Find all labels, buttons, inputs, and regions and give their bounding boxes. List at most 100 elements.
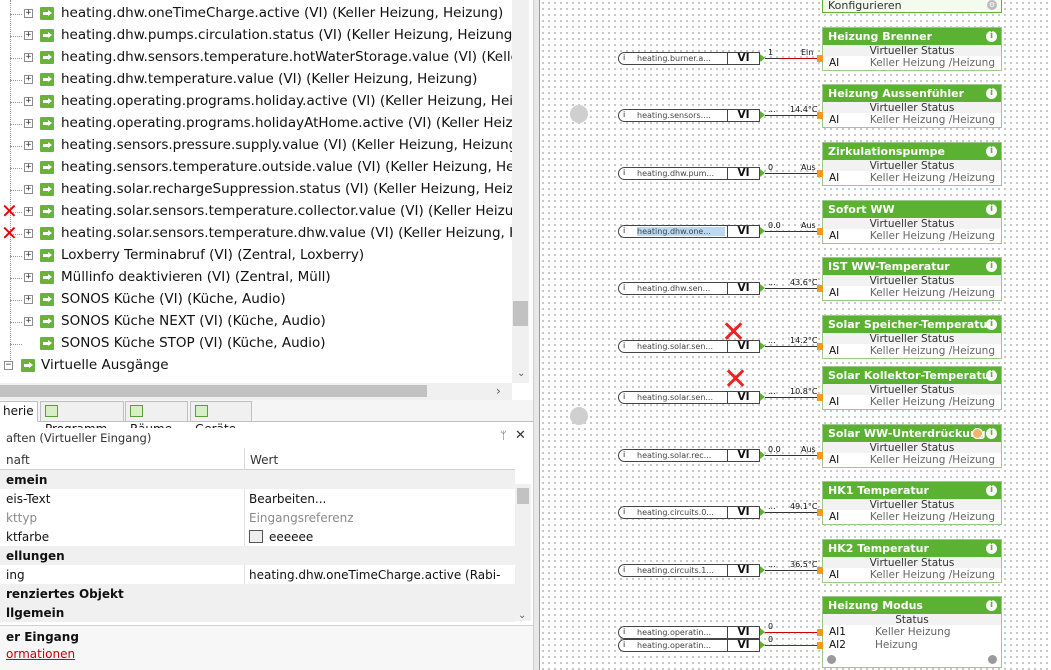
input-reference[interactable]: i heating.operatin... — [618, 626, 728, 639]
block-header[interactable]: Solar Kollektor-Temperatur i — [823, 367, 1001, 384]
tree-item[interactable]: + Loxberry Terminabruf (VI) (Zentral, Lox… — [0, 245, 512, 267]
expand-toggle-icon[interactable]: + — [24, 207, 33, 216]
tree-item[interactable]: + Müllinfo deaktivieren (VI) (Zentral, Mü… — [0, 267, 512, 289]
tree-horizontal-scrollbar[interactable]: › — [0, 383, 512, 400]
block-6[interactable]: Solar Kollektor-Temperatur i Virtueller St… — [822, 366, 1002, 410]
input-port[interactable] — [817, 55, 823, 62]
property-row[interactable]: ellungen — [0, 546, 515, 565]
input-port[interactable] — [817, 112, 823, 119]
konfigurieren-button[interactable]: Konfigurieren ⚙ — [822, 0, 1002, 13]
property-row[interactable]: emein — [0, 470, 515, 489]
property-row[interactable]: renziertes Objekt — [0, 584, 515, 603]
gear-icon[interactable] — [988, 655, 997, 664]
object-tree[interactable]: + heating.dhw.oneTimeCharge.active (VI) (… — [0, 0, 512, 383]
property-value[interactable]: Bearbeiten... — [249, 492, 326, 506]
block-header[interactable]: Heizung Modus i — [823, 597, 1001, 614]
info-icon[interactable]: i — [986, 600, 997, 611]
tree-vertical-scrollbar[interactable]: ⌄ — [512, 0, 529, 383]
tree-item[interactable]: + heating.dhw.pumps.circulation.status (V… — [0, 25, 512, 47]
close-icon[interactable]: ✕ — [515, 428, 526, 443]
block-4[interactable]: IST WW-Temperatur i Virtueller Status AI Kel… — [822, 257, 1002, 301]
expand-toggle-icon[interactable]: + — [24, 295, 33, 304]
scroll-right-arrow-icon[interactable]: › — [496, 384, 501, 398]
scroll-thumb[interactable] — [517, 488, 529, 504]
property-row[interactable]: llgemein — [0, 603, 515, 622]
tree-group-virtuelle-ausgaenge[interactable]: − Virtuelle Ausgänge — [0, 355, 512, 377]
tree-item[interactable]: + heating.dhw.temperature.value (VI) (Kel… — [0, 69, 512, 91]
vi-box[interactable]: VI — [727, 109, 760, 122]
info-icon[interactable]: i — [986, 485, 997, 496]
scroll-thumb[interactable] — [513, 301, 528, 326]
tree-item[interactable]: + heating.dhw.oneTimeCharge.active (VI) (… — [0, 3, 512, 25]
property-value[interactable]: Eingangsreferenz — [249, 511, 354, 525]
expand-toggle-icon[interactable]: + — [24, 251, 33, 260]
property-row[interactable]: ing heating.dhw.oneTimeCharge.active (Rab… — [0, 565, 515, 596]
input-port[interactable] — [817, 228, 823, 235]
block-header[interactable]: Heizung Brenner i — [823, 28, 1001, 45]
tab-raeume[interactable]: Räume — [125, 401, 188, 436]
property-value[interactable]: eeeeee — [249, 530, 313, 544]
add-input-icon[interactable] — [827, 655, 836, 664]
input-reference[interactable]: i heating.operatin... — [618, 639, 728, 652]
vi-box[interactable]: VI — [727, 449, 760, 462]
info-icon[interactable]: i — [986, 543, 997, 554]
vi-box[interactable]: VI — [727, 626, 760, 639]
block-8[interactable]: HK1 Temperatur i Virtueller Status AI Keller… — [822, 481, 1002, 525]
properties-scrollbar[interactable]: ⌄ — [515, 484, 531, 621]
expand-toggle-icon[interactable]: + — [24, 9, 33, 18]
expand-toggle-icon[interactable]: + — [24, 53, 33, 62]
input-reference[interactable]: i heating.dhw.one... — [618, 225, 728, 238]
input-port[interactable] — [817, 285, 823, 292]
expand-toggle-icon[interactable]: + — [24, 97, 33, 106]
expand-toggle-icon[interactable]: + — [24, 273, 33, 282]
color-swatch[interactable] — [249, 530, 263, 543]
tree-item[interactable]: + heating.sensors.temperature.outside.val… — [0, 157, 512, 179]
block-header[interactable]: Zirkulationspumpe i — [823, 143, 1001, 160]
property-row[interactable]: kttyp Eingangsreferenz — [0, 508, 515, 527]
vi-box[interactable]: VI — [727, 282, 760, 295]
input-port[interactable] — [817, 642, 823, 649]
connection-node[interactable] — [570, 105, 588, 123]
input-reference[interactable]: i heating.solar.sen... — [618, 391, 728, 404]
more-info-link[interactable]: ormationen — [6, 647, 75, 661]
input-port[interactable] — [817, 394, 823, 401]
expand-toggle-icon[interactable]: + — [24, 75, 33, 84]
input-reference[interactable]: i heating.dhw.sen... — [618, 282, 728, 295]
tree-item[interactable]: + SONOS Küche NEXT (VI) (Küche, Audio) — [0, 311, 512, 333]
vi-box[interactable]: VI — [727, 639, 760, 652]
vi-box[interactable]: VI — [727, 225, 760, 238]
property-row[interactable]: eis-Text Bearbeiten... — [0, 489, 515, 508]
tab-programm[interactable]: Programm — [40, 401, 124, 436]
input-port[interactable] — [817, 629, 823, 636]
input-port[interactable] — [817, 509, 823, 516]
tree-item[interactable]: + heating.solar.sensors.temperature.dhw.v… — [0, 223, 512, 245]
expand-toggle-icon[interactable]: + — [24, 317, 33, 326]
expand-toggle-icon[interactable]: − — [4, 361, 13, 370]
block-header[interactable]: Heizung Aussenfühler i — [823, 85, 1001, 102]
block-header[interactable]: Solar WW-Unterdrückung i — [823, 425, 1001, 442]
input-port[interactable] — [817, 567, 823, 574]
input-reference[interactable]: i heating.circuits.0... — [618, 506, 728, 519]
tree-item[interactable]: + heating.solar.rechargeSuppression.statu… — [0, 179, 512, 201]
program-canvas[interactable]: Konfigurieren ⚙ Heizung Brenner i Virtuelle… — [540, 0, 1051, 670]
info-icon[interactable]: i — [986, 319, 997, 330]
expand-toggle-icon[interactable]: + — [24, 185, 33, 194]
block-2[interactable]: Zirkulationspumpe i Virtueller Status AI Kel… — [822, 142, 1002, 186]
info-icon[interactable]: i — [986, 261, 997, 272]
tree-item[interactable]: + heating.operating.programs.holidayAtHom… — [0, 113, 512, 135]
block-heizung-modus[interactable]: Heizung Modus i Status AI1 Keller Heizung AI2… — [822, 596, 1002, 668]
column-value[interactable]: Wert — [250, 453, 278, 467]
tab-geraete[interactable]: Geräte — [190, 401, 252, 436]
block-1[interactable]: Heizung Aussenfühler i Virtueller Status AI… — [822, 84, 1002, 128]
expand-toggle-icon[interactable]: + — [24, 119, 33, 128]
input-reference[interactable]: i heating.sensors.... — [618, 109, 728, 122]
scroll-down-arrow-icon[interactable]: ⌄ — [517, 368, 525, 379]
input-reference[interactable]: i heating.solar.sen... — [618, 340, 728, 353]
tree-item[interactable]: + SONOS Küche (VI) (Küche, Audio) — [0, 289, 512, 311]
column-property[interactable]: naft — [6, 453, 30, 467]
block-header[interactable]: Solar Speicher-Temperatur i — [823, 316, 1001, 333]
scroll-down-arrow-icon[interactable]: ⌄ — [518, 610, 526, 621]
info-icon[interactable]: i — [986, 88, 997, 99]
info-icon[interactable]: i — [986, 204, 997, 215]
input-reference[interactable]: i heating.dhw.pum... — [618, 167, 728, 180]
